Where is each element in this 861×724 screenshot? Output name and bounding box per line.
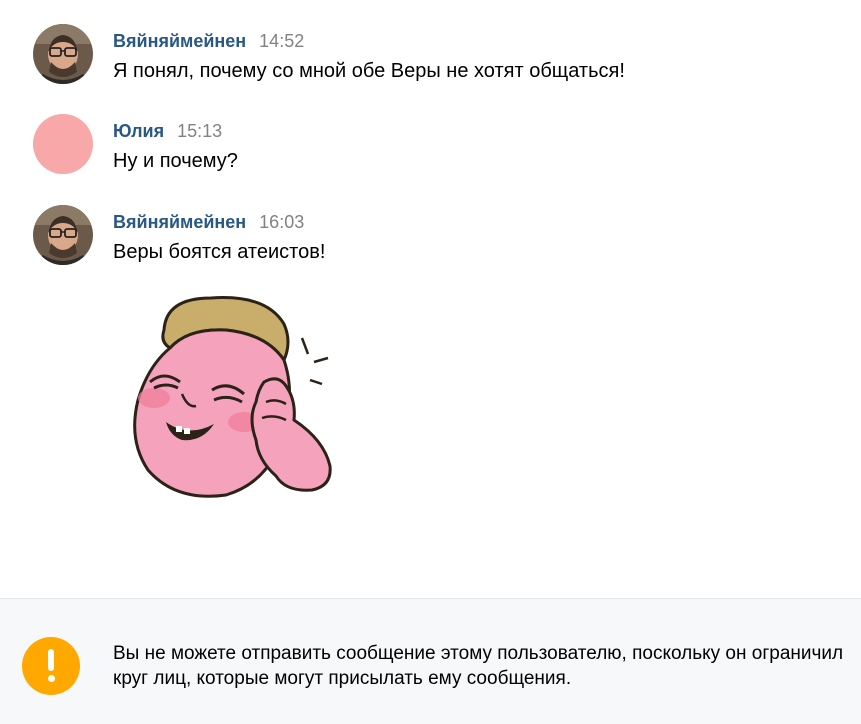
- author-name[interactable]: Юлия: [113, 121, 164, 141]
- message-time[interactable]: 14:52: [259, 31, 304, 51]
- avatar[interactable]: [33, 114, 93, 174]
- message-text: Веры боятся атеистов!: [113, 241, 326, 263]
- author-name[interactable]: Вяйняймейнен: [113, 212, 246, 232]
- avatar[interactable]: [33, 24, 93, 84]
- message-meta: Юлия 15:13: [113, 120, 222, 142]
- message-item: Вяйняймейнен 14:52 Я понял, почему со мн…: [0, 24, 861, 90]
- laughing-pink-face-sticker-icon[interactable]: [126, 290, 336, 505]
- warning-icon: [22, 637, 80, 695]
- message-meta: Вяйняймейнен 16:03: [113, 211, 304, 233]
- message-history[interactable]: Вяйняймейнен 14:52 Я понял, почему со мн…: [0, 0, 861, 598]
- write-restricted-notice: Вы не можете отправить сообщение этому п…: [0, 598, 861, 724]
- message-item: Вяйняймейнен 16:03 Веры боятся атеистов!: [0, 205, 861, 271]
- notice-text: Вы не можете отправить сообщение этому п…: [113, 643, 844, 689]
- author-name[interactable]: Вяйняймейнен: [113, 31, 246, 51]
- message-text: Ну и почему?: [113, 150, 238, 172]
- message-meta: Вяйняймейнен 14:52: [113, 30, 304, 52]
- avatar[interactable]: [33, 205, 93, 265]
- message-text: Я понял, почему со мной обе Веры не хотя…: [113, 60, 625, 82]
- message-item: Юлия 15:13 Ну и почему?: [0, 114, 861, 180]
- message-time[interactable]: 15:13: [177, 121, 222, 141]
- message-time[interactable]: 16:03: [259, 212, 304, 232]
